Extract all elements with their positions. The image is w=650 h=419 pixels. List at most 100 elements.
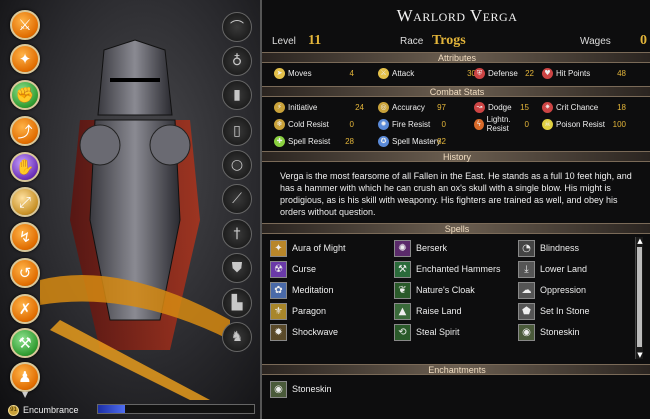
stat-dodge: ↝ Dodge 15 — [474, 100, 529, 114]
attributes-header: Attributes — [262, 52, 650, 63]
spell-blindness[interactable]: ◔ Blindness — [518, 239, 579, 257]
enchantment-icon: ◉ — [270, 380, 287, 398]
spell-icon: ✺ — [394, 239, 411, 257]
stat-value: 100 — [612, 119, 626, 129]
stat-cold-resist: ❄ Cold Resist 0 — [274, 117, 354, 131]
stat-value: 0 — [524, 119, 529, 129]
stat-fire-resist: ✹ Fire Resist 0 — [378, 117, 446, 131]
scroll-thumb[interactable] — [637, 247, 642, 347]
spell-icon: ⤓ — [518, 260, 535, 278]
encumbrance-bar — [97, 404, 255, 414]
spell-shockwave[interactable]: ✹ Shockwave — [270, 323, 338, 341]
block-icon[interactable]: ⤢ — [10, 187, 40, 217]
spell-label: Set In Stone — [540, 306, 590, 316]
horn-icon[interactable]: ⌒ — [222, 12, 252, 42]
spell-aura-of-might[interactable]: ✦ Aura of Might — [270, 239, 346, 257]
stat-hit-points: ♥ Hit Points 48 — [542, 66, 626, 80]
stat-value: 28 — [345, 136, 354, 146]
spell-icon: ☢ — [270, 260, 287, 278]
boots-icon[interactable]: ▙ — [222, 288, 252, 318]
sword-arm-icon[interactable]: ✦ — [10, 44, 40, 74]
spell-icon: ⟲ — [394, 323, 411, 341]
stat-icon: ☠ — [542, 118, 553, 130]
spell-label: Oppression — [540, 285, 587, 295]
spell-oppression[interactable]: ☁ Oppression — [518, 281, 586, 299]
hammer-icon[interactable]: ⚒ — [10, 328, 40, 358]
heal-arm-icon[interactable]: ↺ — [10, 258, 40, 288]
scroll-down-arrow-icon[interactable]: ▼ — [636, 351, 644, 359]
hero-portrait-panel: ⚔ ✦ ✊ ⤴ ✋ ⤢ ↯ ↺ ✗ ⚒ ♟ ⌒ ♁ ▮ ▯ ○ ⟋ † ⛊ ▙ … — [0, 0, 260, 419]
stat-value: 48 — [617, 68, 626, 78]
armor-icon[interactable]: ▯ — [222, 116, 252, 146]
stat-spell-resist: ✚ Spell Resist 28 — [274, 134, 354, 148]
spell-lower-land[interactable]: ⤓ Lower Land — [518, 260, 587, 278]
hero-name: Warlord Verga — [396, 6, 518, 25]
level-value: 11 — [308, 33, 322, 48]
stat-label: Attack — [392, 68, 415, 78]
stat-label: Spell Mastery — [392, 136, 441, 146]
amulet-icon[interactable]: ♁ — [222, 46, 252, 76]
stat-label: Fire Resist — [392, 119, 431, 129]
spells-scrollbar[interactable]: ▲ ▼ — [635, 237, 643, 359]
spell-enchanted-hammers[interactable]: ⚒ Enchanted Hammers — [394, 260, 501, 278]
spell-curse[interactable]: ☢ Curse — [270, 260, 316, 278]
stat-value: 97 — [437, 102, 446, 112]
stat-label: Defense — [488, 68, 518, 78]
stat-label: Accuracy — [392, 102, 425, 112]
stat-value: 24 — [355, 102, 364, 112]
spell-label: Berserk — [416, 243, 448, 253]
spell-label: Paragon — [292, 306, 327, 316]
stat-icon: ✚ — [274, 135, 285, 147]
charge-icon[interactable]: ✗ — [10, 294, 40, 324]
stat-attack: ⚔ Attack 30 — [378, 66, 476, 80]
enchantment-label: Stoneskin — [292, 384, 332, 394]
spell-stoneskin[interactable]: ◉ Stoneskin — [518, 323, 580, 341]
history-header: History — [262, 151, 650, 162]
encumbrance: 91 Encumbrance — [8, 403, 79, 417]
stat-defense: ⛨ Defense 22 — [474, 66, 534, 80]
scroll-down-icon[interactable]: ▼ — [22, 390, 28, 399]
armor-up-icon[interactable]: ♟ — [10, 362, 40, 392]
spell-paragon[interactable]: ⚜ Paragon — [270, 302, 326, 320]
horse-icon[interactable]: ♞ — [222, 322, 252, 352]
spell-berserk[interactable]: ✺ Berserk — [394, 239, 447, 257]
cloak-icon[interactable]: ▮ — [222, 80, 252, 110]
stat-initiative: ⚡ Initiative 24 — [274, 100, 364, 114]
spell-nature-s-cloak[interactable]: ❦ Nature's Cloak — [394, 281, 475, 299]
spell-steal-spirit[interactable]: ⟲ Steal Spirit — [394, 323, 460, 341]
hero-info-panel: Warlord Verga Level 11 Race Trogs Wages … — [260, 0, 650, 419]
strength-arm-icon[interactable]: ⤴ — [10, 116, 40, 146]
wages-label: Wages — [580, 36, 611, 47]
spell-label: Aura of Might — [292, 243, 346, 253]
spell-icon: ❦ — [394, 281, 411, 299]
dark-arm-icon[interactable]: ✋ — [10, 152, 40, 182]
encumbrance-label: Encumbrance — [23, 405, 79, 415]
sword-strike-icon[interactable]: ↯ — [10, 222, 40, 252]
spell-set-in-stone[interactable]: ⬟ Set In Stone — [518, 302, 590, 320]
sword-icon[interactable]: † — [222, 219, 252, 249]
stat-icon: ⛨ — [474, 67, 485, 79]
spell-label: Meditation — [292, 285, 334, 295]
enchantment-stoneskin[interactable]: ◉ Stoneskin — [270, 380, 332, 398]
stat-label: Lightn. Resist — [486, 115, 511, 133]
spell-label: Lower Land — [540, 264, 588, 274]
spell-icon: ⚒ — [394, 260, 411, 278]
scroll-up-icon[interactable]: ▲ — [636, 237, 644, 245]
bow-icon[interactable]: ⟋ — [222, 184, 252, 214]
spell-icon: ⚜ — [270, 302, 287, 320]
spell-meditation[interactable]: ✿ Meditation — [270, 281, 334, 299]
stat-icon: ◎ — [378, 101, 389, 113]
spell-label: Blindness — [540, 243, 580, 253]
fist-icon[interactable]: ✊ — [10, 80, 40, 110]
helmet-icon[interactable]: ⛊ — [222, 253, 252, 283]
spell-raise-land[interactable]: ▲ Raise Land — [394, 302, 462, 320]
spell-label: Nature's Cloak — [416, 285, 475, 295]
enchantments-header: Enchantments — [262, 364, 650, 375]
race-label: Race — [400, 36, 424, 47]
history-text: Verga is the most fearsome of all Fallen… — [280, 171, 632, 217]
stat-icon: ✷ — [542, 101, 553, 113]
ring-icon[interactable]: ○ — [222, 150, 252, 180]
stat-icon: ↝ — [474, 101, 485, 113]
crossed-swords-icon[interactable]: ⚔ — [10, 10, 40, 40]
encumbrance-fill — [98, 405, 125, 413]
